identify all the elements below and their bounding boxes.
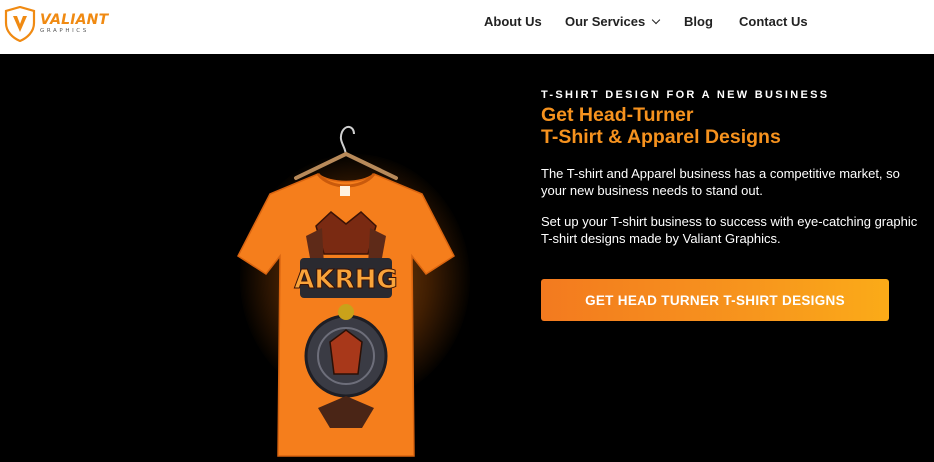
brand-tagline: GRAPHICS xyxy=(40,28,89,35)
hero-headline-line2: T-Shirt & Apparel Designs xyxy=(541,126,781,148)
hero-headline-line1: Get Head-Turner xyxy=(541,104,694,126)
brand-wordmark: VALIANT GRAPHICS xyxy=(40,13,108,35)
hero-eyebrow: T-SHIRT DESIGN FOR A NEW BUSINESS xyxy=(541,89,830,101)
site-header: VALIANT GRAPHICS About Us Our Services B… xyxy=(0,0,934,54)
cta-button[interactable]: GET HEAD TURNER T-SHIRT DESIGNS xyxy=(541,279,889,321)
nav-our-services[interactable]: Our Services xyxy=(565,14,661,29)
hero-paragraph-2: Set up your T-shirt business to success … xyxy=(541,214,918,246)
nav-contact-us[interactable]: Contact Us xyxy=(739,14,808,29)
hero-section: AKRHG T-SHIRT DESIGN FOR A NEW BUSINESS … xyxy=(0,54,934,462)
shield-logo-icon xyxy=(4,6,36,42)
chevron-down-icon[interactable] xyxy=(651,15,661,24)
hero-paragraph-1: The T-shirt and Apparel business has a c… xyxy=(541,166,900,198)
brand-name: VALIANT xyxy=(40,12,109,29)
brand-logo[interactable]: VALIANT GRAPHICS xyxy=(4,5,114,43)
nav-our-services-label: Our Services xyxy=(565,14,646,29)
hero-headline: Get Head-Turner T-Shirt & Apparel Design… xyxy=(541,104,781,148)
nav-about-us[interactable]: About Us xyxy=(484,14,542,29)
shirt-print-text: AKRHG xyxy=(294,265,397,295)
tshirt-image: AKRHG xyxy=(237,126,455,457)
nav-blog[interactable]: Blog xyxy=(684,14,713,29)
